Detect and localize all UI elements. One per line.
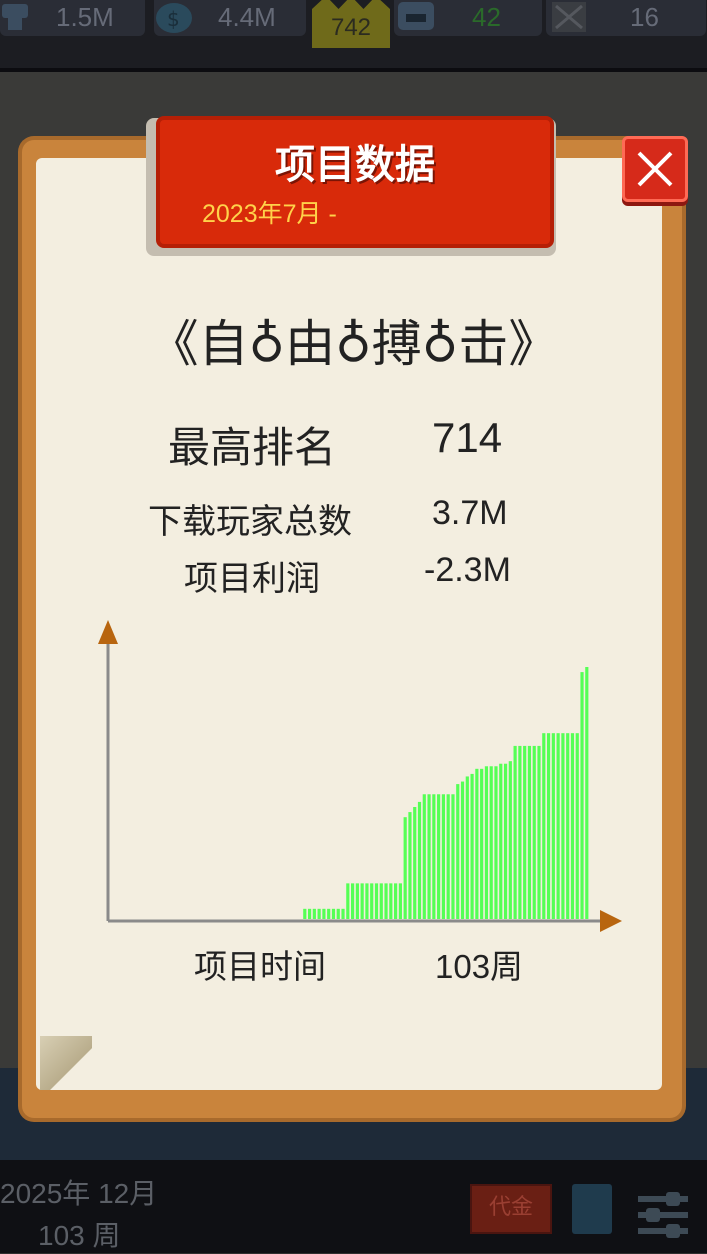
- current-date: 2025年 12月: [0, 1178, 158, 1209]
- current-week: 103 周: [38, 1220, 121, 1251]
- profit-value: -2.3M: [424, 551, 511, 589]
- close-icon: [637, 151, 673, 187]
- chart-bar: [394, 883, 398, 919]
- duration-label: 项目时间: [194, 948, 326, 985]
- staff-icon: [398, 2, 434, 30]
- fund-button[interactable]: 代金: [470, 1184, 552, 1234]
- chart-bar: [585, 667, 589, 919]
- top-stats-bar: 1.5M $ 4.4M 742 42 16: [0, 0, 707, 72]
- chart-bar: [331, 908, 336, 919]
- downloads-value: 3.7M: [432, 494, 508, 532]
- fans-icon: [2, 4, 28, 30]
- settings-icon[interactable]: [638, 1190, 688, 1238]
- chart-bar: [441, 794, 445, 919]
- chart-bar: [417, 801, 422, 919]
- chart-bar: [546, 733, 551, 919]
- fans-value: 1.5M: [56, 2, 114, 32]
- chart-bar: [475, 768, 479, 919]
- rank-value: 742: [330, 14, 372, 41]
- chart-bar: [513, 745, 517, 919]
- chart-bar: [537, 745, 541, 919]
- downloads-chart: [98, 620, 622, 932]
- chart-bar: [570, 733, 575, 919]
- highest-rank-label: 最高排名: [168, 424, 337, 471]
- money-value: 4.4M: [218, 2, 276, 32]
- chart-bar: [508, 761, 512, 919]
- chart-bar: [360, 883, 364, 919]
- staff-value: 42: [472, 2, 501, 32]
- chart-bar: [542, 733, 546, 919]
- chart-bar: [312, 908, 316, 919]
- bug-stat: 16: [546, 0, 706, 36]
- chart-bar: [451, 794, 455, 919]
- chart-bar: [398, 883, 402, 919]
- chart-bar: [556, 733, 560, 919]
- chart-bar: [580, 672, 584, 919]
- page-curl-decoration: [40, 1036, 92, 1090]
- chart-bar: [437, 794, 441, 919]
- close-button[interactable]: [622, 136, 688, 202]
- chart-bar: [527, 745, 532, 919]
- chart-bar: [566, 733, 570, 919]
- profit-label: 项目利润: [184, 560, 320, 598]
- chart-bar: [403, 817, 407, 919]
- chart-bar: [480, 768, 484, 919]
- downloads-label: 下载玩家总数: [148, 503, 352, 541]
- chart-bar: [379, 883, 383, 919]
- chart-bar: [374, 883, 379, 919]
- chart-bar: [413, 807, 417, 919]
- chart-bar: [408, 812, 412, 919]
- dialog-date-range: 2023年7月 -: [202, 200, 337, 228]
- chart-bar: [446, 794, 450, 919]
- chart-bar: [346, 883, 350, 919]
- chart-bar: [341, 908, 345, 919]
- staff-stat: 42: [394, 0, 542, 36]
- chart-bar: [489, 766, 493, 919]
- chart-bar: [307, 908, 312, 919]
- chart-bar: [317, 908, 321, 919]
- chart-bar: [432, 794, 436, 919]
- chart-bar: [532, 745, 536, 919]
- dialog-title: 项目数据: [275, 142, 435, 188]
- chart-bar: [370, 883, 374, 919]
- chart-bar: [303, 908, 307, 919]
- chart-bar: [365, 883, 369, 919]
- money-stat: $ 4.4M: [154, 0, 306, 36]
- chart-bar: [561, 733, 565, 919]
- y-axis-arrow-icon: [98, 620, 118, 644]
- chart-bar: [465, 776, 469, 919]
- fans-stat: 1.5M: [0, 0, 145, 36]
- chart-bar: [456, 784, 460, 919]
- chart-bar: [336, 908, 340, 919]
- chart-bar: [389, 883, 393, 919]
- chart-bar: [460, 781, 465, 919]
- chart-bar: [327, 908, 331, 919]
- chart-bar: [384, 883, 388, 919]
- highest-rank-value: 714: [432, 414, 503, 461]
- duration-value: 103周: [435, 948, 524, 985]
- chart-bar: [355, 883, 359, 919]
- svg-text:$: $: [167, 7, 180, 31]
- bug-value: 16: [630, 2, 659, 32]
- money-icon: $: [156, 3, 192, 33]
- x-axis-arrow-icon: [600, 910, 622, 932]
- chart-bar: [494, 766, 498, 919]
- chart-bar: [575, 733, 579, 919]
- game-title: 《自♁由♁搏♁击》: [148, 315, 559, 373]
- chart-bar: [422, 794, 426, 919]
- chart-bar: [499, 763, 503, 919]
- chart-bar: [484, 766, 489, 919]
- chart-bar: [518, 745, 522, 919]
- chart-bar: [351, 883, 355, 919]
- chart-bar: [551, 733, 555, 919]
- chart-bar: [503, 763, 508, 919]
- chart-bar: [322, 908, 326, 919]
- book-icon[interactable]: [572, 1184, 612, 1234]
- bug-icon: [552, 2, 586, 32]
- chart-bar: [523, 745, 527, 919]
- chart-bar: [470, 773, 474, 919]
- chart-bar: [427, 794, 431, 919]
